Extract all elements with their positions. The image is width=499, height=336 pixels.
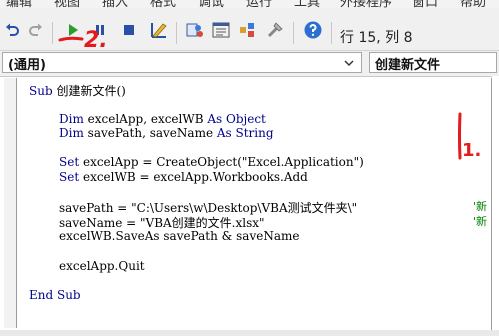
window-bottom-edge [0,330,499,336]
menu-item-window[interactable]: 窗口 [412,0,438,8]
menu-item-addins[interactable]: 外接程序 [340,0,392,8]
menu-item-run[interactable]: 运行 [246,0,272,8]
toolbar-separator [176,22,177,44]
design-mode-button[interactable] [148,19,170,41]
code-line[interactable]: End Sub [29,288,81,302]
reset-button[interactable] [120,21,138,39]
menu-item-format[interactable]: 格式 [150,0,176,8]
code-editor[interactable]: Sub 创建新文件() Dim excelApp, excelWB As Obj… [17,78,492,330]
toolbar-separator [293,22,294,44]
toolbox-button[interactable] [264,19,286,41]
redo-icon [29,23,42,36]
cursor-position-status: 行 15, 列 8 [340,30,413,46]
annotation-step-1: 1. [462,140,482,161]
procedure-dropdown-bar: (通用) 创建新文件 [0,51,499,76]
menu-item-view[interactable]: 视图 [54,0,80,8]
code-line[interactable]: Set excelApp = CreateObject("Excel.Appli… [59,155,364,169]
menu-item-insert[interactable]: 插入 [102,0,128,8]
object-browser-button[interactable] [236,19,258,41]
annotation-underline [58,32,84,50]
menu-bar: 编辑 视图 插入 格式 调试 运行 工具 外接程序 窗口 帮助 [0,0,499,8]
reset-icon [124,25,134,35]
menu-item-edit[interactable]: 编辑 [6,0,32,8]
code-comment: '新 [473,215,488,228]
toolbox-icon [267,22,283,38]
menu-item-help[interactable]: 帮助 [460,0,486,8]
code-line[interactable]: Dim savePath, saveName As String [59,126,274,140]
help-button[interactable] [302,19,324,41]
menu-item-debug[interactable]: 调试 [198,0,224,8]
redo-button[interactable] [27,21,45,39]
object-dropdown[interactable]: (通用) [2,52,362,73]
code-line[interactable]: Sub 创建新文件() [29,82,126,99]
procedure-dropdown[interactable]: 创建新文件 [369,52,497,73]
project-explorer-button[interactable] [184,19,206,41]
code-line[interactable]: Dim excelApp, excelWB As Object [59,112,266,126]
object-dropdown-value: (通用) [8,58,46,73]
design-mode-icon [151,23,167,38]
annotation-step-2: 2. [84,28,108,53]
menu-item-tools[interactable]: 工具 [294,0,320,8]
object-browser-icon [240,23,254,37]
undo-icon [6,23,19,36]
toolbar-separator [52,22,53,44]
code-line[interactable]: Set excelWB = excelApp.Workbooks.Add [59,170,308,184]
toolbar-separator [331,22,332,44]
help-icon [304,21,322,39]
undo-button[interactable] [3,21,21,39]
chevron-down-icon[interactable] [343,57,355,73]
code-line[interactable]: excelWB.SaveAs savePath & saveName [59,229,299,243]
code-line[interactable]: excelApp.Quit [59,259,145,273]
properties-window-icon [212,22,230,38]
properties-window-button[interactable] [210,19,232,41]
project-explorer-icon [186,23,203,37]
code-comment: '新 [473,200,488,213]
margin-indicator-bar[interactable] [4,78,17,328]
procedure-dropdown-value: 创建新文件 [375,58,441,73]
